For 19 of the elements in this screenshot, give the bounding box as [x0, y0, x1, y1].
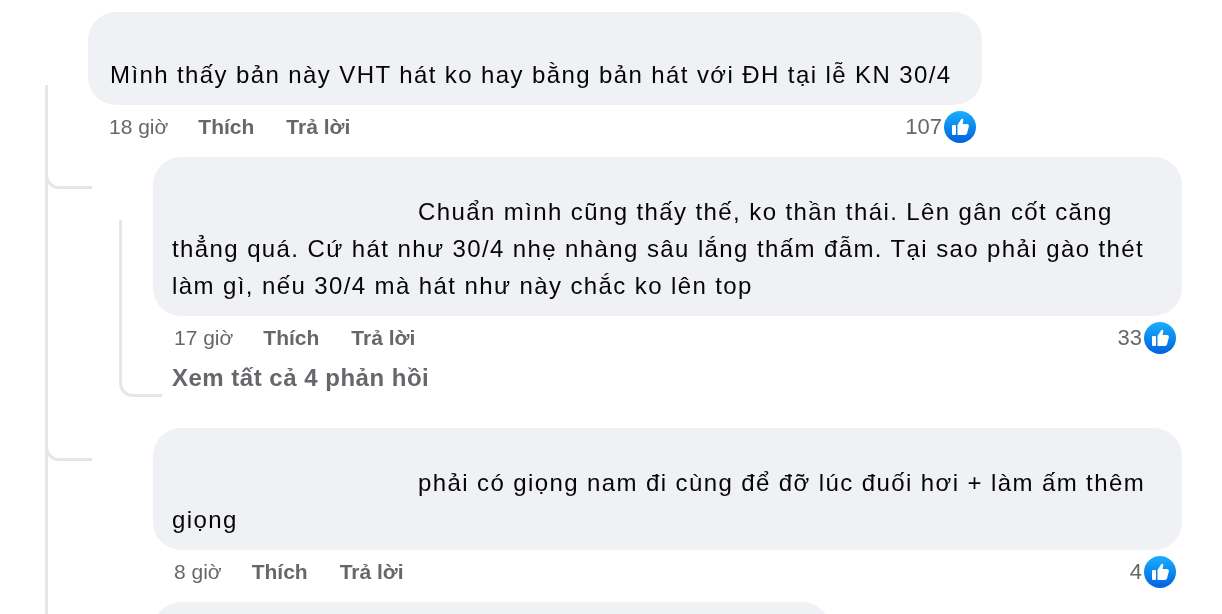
reply-bubble: phải có giọng nam đi cùng để đỡ lúc đuối hơi + làm ấm thêm giọng	[153, 428, 1182, 550]
reaction-count[interactable]: 33	[1117, 325, 1142, 351]
reaction-count[interactable]: 4	[1129, 559, 1142, 585]
reaction-count[interactable]: 107	[905, 114, 942, 140]
like-icon	[944, 111, 976, 143]
reply-link[interactable]: Trả lời	[351, 326, 416, 350]
like-icon	[1144, 322, 1176, 354]
reply-link[interactable]: Trả lời	[339, 560, 404, 584]
comment-time[interactable]: 8 giờ	[174, 560, 222, 584]
comment-time[interactable]: 17 giờ	[174, 326, 234, 350]
view-replies-link[interactable]: Xem tất cả 4 phản hồi	[172, 364, 430, 392]
like-link[interactable]: Thích	[263, 326, 320, 350]
like-link[interactable]: Thích	[251, 560, 308, 584]
like-link[interactable]: Thích	[198, 115, 255, 139]
reply-link[interactable]: Trả lời	[286, 115, 351, 139]
comment-time[interactable]: 18 giờ	[109, 115, 169, 139]
reply-bubble: Chuẩn mình cũng thấy thế, ko thần thái. Lên gân cốt căng thẳng quá. Cứ hát như 30/4 nhẹ nhàng sâu lắng thấm đẫm. Tại sao phải gào thét làm gì, nếu 30/4 mà hát như này chắc ko lên top	[153, 157, 1182, 316]
comment-bubble: Mình thấy bản này VHT hát ko hay bằng bản hát với ĐH tại lễ KN 30/4	[88, 12, 982, 105]
like-icon	[1144, 556, 1176, 588]
